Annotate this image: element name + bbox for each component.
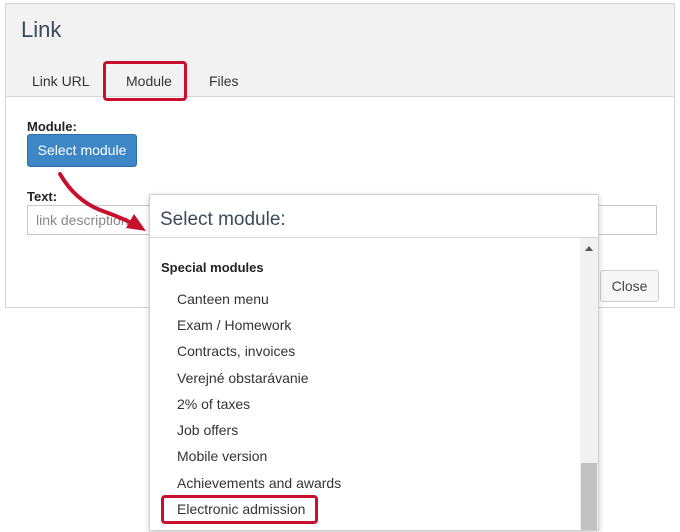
dialog-header: Link Link URL Module Files — [6, 4, 674, 101]
text-label: Text: — [27, 189, 58, 204]
module-list: Special modules Canteen menu Exam / Home… — [150, 238, 580, 532]
list-item-contracts-invoices[interactable]: Contracts, invoices — [177, 343, 295, 359]
list-item-taxes[interactable]: 2% of taxes — [177, 396, 250, 412]
tab-files[interactable]: Files — [209, 73, 239, 89]
list-item-mobile-version[interactable]: Mobile version — [177, 448, 267, 464]
popup-title: Select module: — [160, 209, 286, 230]
list-item-achievements-awards[interactable]: Achievements and awards — [177, 475, 341, 491]
dialog-title: Link — [21, 17, 62, 42]
list-item-verejne-obstaravanie[interactable]: Verejné obstarávanie — [177, 370, 309, 386]
scroll-up-icon[interactable] — [585, 246, 593, 251]
close-button[interactable]: Close — [600, 270, 659, 302]
select-module-button[interactable]: Select module — [27, 134, 137, 167]
list-item-canteen-menu[interactable]: Canteen menu — [177, 291, 269, 307]
scrollbar-thumb[interactable] — [581, 463, 597, 530]
module-label: Module: — [27, 119, 77, 134]
electronic-admission-highlight — [161, 495, 318, 524]
tab-link-url[interactable]: Link URL — [32, 73, 90, 89]
section-heading: Special modules — [161, 260, 264, 275]
module-tab-highlight — [103, 61, 187, 101]
list-item-job-offers[interactable]: Job offers — [177, 422, 238, 438]
select-module-popup: Select module: Special modules Canteen m… — [149, 194, 599, 531]
popup-scrollbar[interactable] — [580, 238, 598, 530]
list-item-exam-homework[interactable]: Exam / Homework — [177, 317, 291, 333]
